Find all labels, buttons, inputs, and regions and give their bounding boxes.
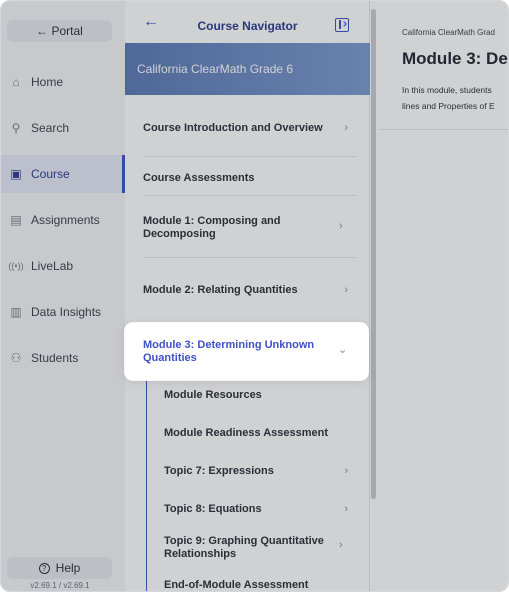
chevron-right-icon: › <box>344 464 348 477</box>
course-name: California ClearMath Grade 6 <box>137 62 294 76</box>
nav-item-module-1[interactable]: Module 1: Composing and Decomposing <box>143 214 328 242</box>
chevron-right-icon: › <box>339 539 343 551</box>
sidebar-item-label: Data Insights <box>31 305 102 319</box>
sidebar-item-assignments[interactable]: ▤ Assignments <box>1 201 125 239</box>
tree-guide-line <box>146 379 147 591</box>
navigator-header: ← Course Navigator <box>125 1 370 43</box>
chevron-right-icon: › <box>344 502 348 515</box>
chevron-right-icon: › <box>344 121 348 134</box>
sub-item-topic-8[interactable]: Topic 8: Equations › <box>164 501 356 517</box>
sidebar-item-livelab[interactable]: ((•)) LiveLab <box>1 247 125 285</box>
navigator-title: Course Navigator <box>197 19 298 33</box>
divider <box>143 156 356 157</box>
sub-item-end-of-module-assessment[interactable]: End-of-Module Assessment <box>164 577 356 591</box>
nav-item-label: Course Assessments <box>143 171 255 184</box>
students-icon: ⚇ <box>10 351 22 365</box>
sub-item-label: Topic 9: Graphing Quantitative Relations… <box>164 535 324 560</box>
sidebar-item-course[interactable]: ▣ Course <box>1 155 125 193</box>
sidebar-item-label: Students <box>31 351 79 365</box>
sidebar-item-data-insights[interactable]: ▥ Data Insights <box>1 293 125 331</box>
sub-item-readiness-assessment[interactable]: Module Readiness Assessment <box>164 425 356 441</box>
nav-item-module-2[interactable]: Module 2: Relating Quantities › <box>143 281 356 299</box>
breadcrumb[interactable]: California ClearMath Grad <box>402 28 495 37</box>
course-icon: ▣ <box>10 167 22 181</box>
chevron-right-icon: › <box>344 283 348 296</box>
nav-item-course-introduction[interactable]: Course Introduction and Overview › <box>143 119 356 137</box>
sidebar-item-label: LiveLab <box>31 259 74 273</box>
search-icon: ⚲ <box>11 121 21 135</box>
sub-item-label: Topic 7: Expressions <box>164 464 274 477</box>
sub-item-label: Module Resources <box>164 388 262 401</box>
divider <box>143 257 356 258</box>
divider <box>379 129 508 130</box>
collapse-panel-icon[interactable] <box>335 18 349 32</box>
course-navigator: ← Course Navigator California ClearMath … <box>125 1 370 591</box>
sidebar-item-home[interactable]: ⌂ Home <box>1 63 125 101</box>
chevron-right-icon: › <box>339 220 343 232</box>
portal-button[interactable]: ← Portal <box>7 20 112 42</box>
sub-item-topic-7[interactable]: Topic 7: Expressions › <box>164 463 356 479</box>
app-window: ← Portal ⌂ Home ⚲ Search ▣ Course ▤ Assi… <box>0 0 509 592</box>
version-label: v2.69.1 / v2.69.1 <box>30 581 90 590</box>
nav-item-label: Module 2: Relating Quantities <box>143 283 298 296</box>
main-content: California ClearMath Grad Module 3: Det … <box>379 1 509 591</box>
nav-item-course-assessments[interactable]: Course Assessments <box>143 169 356 187</box>
sub-item-label: End-of-Module Assessment <box>164 578 309 591</box>
divider <box>143 195 356 196</box>
home-icon: ⌂ <box>12 75 20 89</box>
sub-item-label: Module Readiness Assessment <box>164 426 329 439</box>
sidebar: ← Portal ⌂ Home ⚲ Search ▣ Course ▤ Assi… <box>1 1 125 591</box>
sub-item-topic-9[interactable]: Topic 9: Graphing Quantitative Relations… <box>164 534 329 562</box>
chevron-down-icon: ⌄ <box>338 344 348 356</box>
sidebar-item-label: Assignments <box>31 213 100 227</box>
livelab-icon: ((•)) <box>8 261 24 271</box>
nav-item-label: Module 3: Determining Unknown Quantities <box>143 339 315 364</box>
help-label: Help <box>55 561 81 575</box>
sidebar-item-label: Search <box>31 121 70 135</box>
course-banner: California ClearMath Grade 6 <box>125 43 370 95</box>
module-description-line: In this module, students <box>402 85 492 95</box>
nav-item-module-3[interactable]: Module 3: Determining Unknown Quantities… <box>125 323 368 380</box>
portal-label: ← Portal <box>36 24 83 38</box>
page-title: Module 3: Det <box>402 49 509 68</box>
sidebar-item-search[interactable]: ⚲ Search <box>1 109 125 147</box>
sidebar-item-label: Home <box>31 75 64 89</box>
module-description-line: lines and Properties of E <box>402 101 495 111</box>
data-insights-icon: ▥ <box>10 305 22 319</box>
sidebar-item-label: Course <box>31 167 70 181</box>
sub-item-module-resources[interactable]: Module Resources <box>164 387 356 403</box>
nav-item-label: Course Introduction and Overview <box>143 121 323 134</box>
help-icon: ? <box>38 562 50 574</box>
navigator-scrollbar[interactable] <box>371 9 376 499</box>
help-button[interactable]: ? Help <box>7 557 112 579</box>
sidebar-item-students[interactable]: ⚇ Students <box>1 339 125 377</box>
assignments-icon: ▤ <box>10 213 22 227</box>
nav-item-label: Module 1: Composing and Decomposing <box>143 215 281 240</box>
sub-item-label: Topic 8: Equations <box>164 502 262 515</box>
